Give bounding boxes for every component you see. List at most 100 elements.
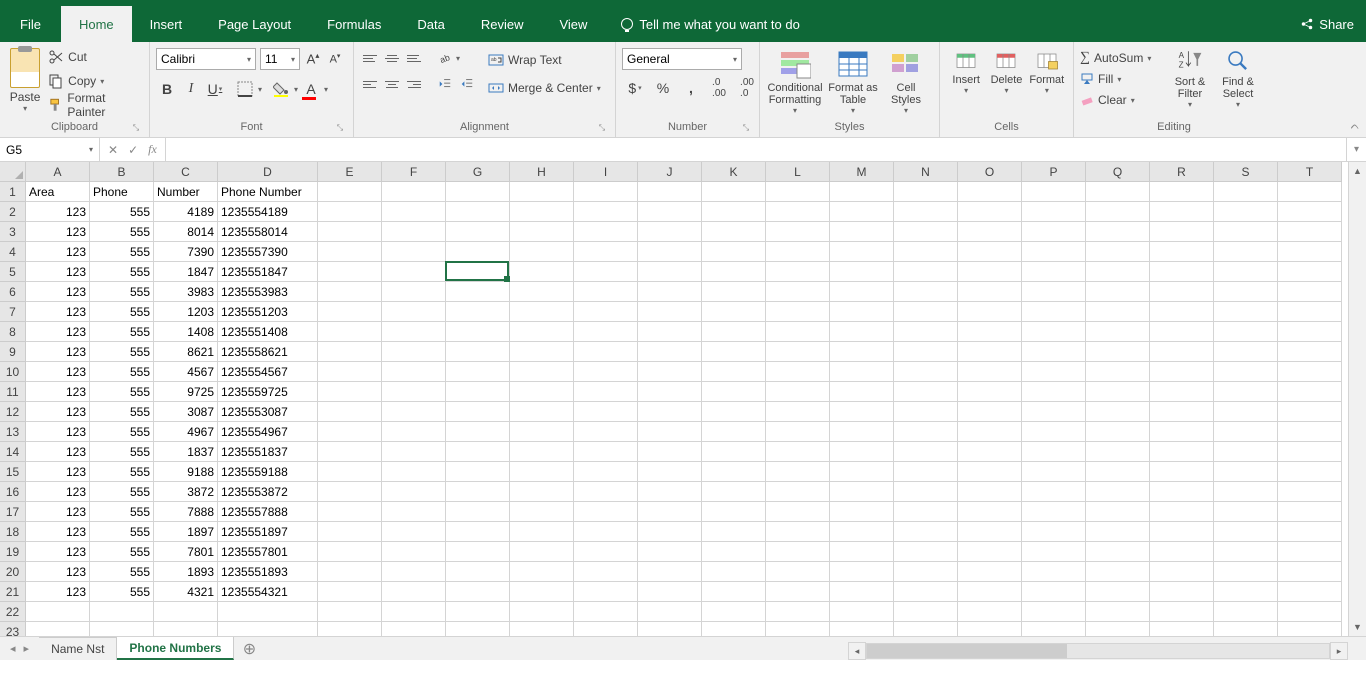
borders-button[interactable] [234,78,256,100]
cell[interactable] [382,602,446,622]
column-header[interactable]: Q [1086,162,1150,182]
row-header[interactable]: 8 [0,322,26,342]
scroll-up-button[interactable]: ▲ [1349,162,1366,180]
cell[interactable] [574,462,638,482]
dialog-launcher-icon[interactable]: ⤡ [741,123,751,133]
cell[interactable] [766,222,830,242]
cell[interactable] [574,402,638,422]
sheet-tab-name-list[interactable]: Name Nst [39,637,117,660]
cell[interactable] [702,482,766,502]
cell[interactable]: 123 [26,502,90,522]
cell[interactable] [510,262,574,282]
cell[interactable]: 1235553872 [218,482,318,502]
cell[interactable] [1022,302,1086,322]
cell[interactable] [766,402,830,422]
row-header[interactable]: 15 [0,462,26,482]
cell[interactable] [446,402,510,422]
column-header[interactable]: H [510,162,574,182]
cell[interactable]: 4567 [154,362,218,382]
align-bottom-button[interactable] [404,48,424,68]
cell[interactable] [702,602,766,622]
align-top-button[interactable] [360,48,380,68]
cell[interactable] [1086,222,1150,242]
cell[interactable] [958,382,1022,402]
cell[interactable] [830,182,894,202]
cell[interactable] [1214,322,1278,342]
cell[interactable] [638,282,702,302]
cell[interactable] [894,302,958,322]
cell[interactable] [894,182,958,202]
cell[interactable]: 555 [90,402,154,422]
cell[interactable] [702,542,766,562]
cell[interactable] [1278,522,1342,542]
cell[interactable] [382,542,446,562]
cell[interactable] [1214,382,1278,402]
name-box[interactable]: G5▾ [0,138,100,161]
cell[interactable] [510,202,574,222]
cell[interactable] [446,382,510,402]
cell[interactable] [894,582,958,602]
cell[interactable] [830,502,894,522]
cell[interactable] [766,342,830,362]
cell[interactable] [574,362,638,382]
cell[interactable]: 555 [90,582,154,602]
cell[interactable]: 1897 [154,522,218,542]
cell[interactable] [1214,262,1278,282]
cell[interactable] [318,362,382,382]
cell[interactable] [766,542,830,562]
expand-formula-bar-button[interactable]: ▾ [1346,138,1366,161]
tab-home[interactable]: Home [61,6,132,42]
cell[interactable] [1022,522,1086,542]
tab-formulas[interactable]: Formulas [309,6,399,42]
cell[interactable]: 555 [90,482,154,502]
cell[interactable] [446,502,510,522]
cell[interactable] [446,462,510,482]
formula-input[interactable] [166,138,1346,161]
cell[interactable] [1022,482,1086,502]
cell[interactable]: 1235557801 [218,542,318,562]
cell[interactable] [1022,362,1086,382]
autosum-button[interactable]: ∑AutoSum▾ [1080,48,1166,68]
cell[interactable] [574,602,638,622]
column-header[interactable]: I [574,162,638,182]
cell-styles-button[interactable]: Cell Styles▾ [882,46,930,115]
cell[interactable]: 1408 [154,322,218,342]
cell[interactable]: 1235554567 [218,362,318,382]
cell[interactable] [1150,522,1214,542]
cell[interactable]: Phone Number [218,182,318,202]
cell[interactable] [510,422,574,442]
cell[interactable] [318,582,382,602]
cell[interactable] [958,522,1022,542]
share-button[interactable]: Share [1300,6,1354,42]
vertical-scrollbar[interactable]: ▲ ▼ [1348,162,1366,636]
cell[interactable]: 1203 [154,302,218,322]
cell[interactable]: 1235559725 [218,382,318,402]
cell[interactable] [1278,322,1342,342]
row-headers[interactable]: 1234567891011121314151617181920212223 [0,182,26,642]
cell[interactable] [1086,502,1150,522]
row-header[interactable]: 17 [0,502,26,522]
cell[interactable] [766,442,830,462]
cell[interactable] [1022,282,1086,302]
cell[interactable] [446,442,510,462]
new-sheet-button[interactable]: ⊕ [234,637,264,660]
chevron-down-icon[interactable]: ▾ [324,85,328,94]
tell-me-search[interactable]: Tell me what you want to do [621,6,799,42]
row-header[interactable]: 21 [0,582,26,602]
cell[interactable] [638,302,702,322]
scroll-down-button[interactable]: ▼ [1349,618,1366,636]
cell[interactable] [766,242,830,262]
cell[interactable] [318,342,382,362]
cell[interactable] [958,542,1022,562]
cell[interactable]: Area [26,182,90,202]
cell[interactable] [382,522,446,542]
tab-pagelayout[interactable]: Page Layout [200,6,309,42]
cell[interactable] [830,322,894,342]
row-header[interactable]: 4 [0,242,26,262]
cell[interactable] [382,562,446,582]
cell[interactable]: 555 [90,542,154,562]
cell[interactable] [1150,442,1214,462]
cell[interactable] [1086,282,1150,302]
cell[interactable] [894,322,958,342]
cell[interactable] [1086,202,1150,222]
